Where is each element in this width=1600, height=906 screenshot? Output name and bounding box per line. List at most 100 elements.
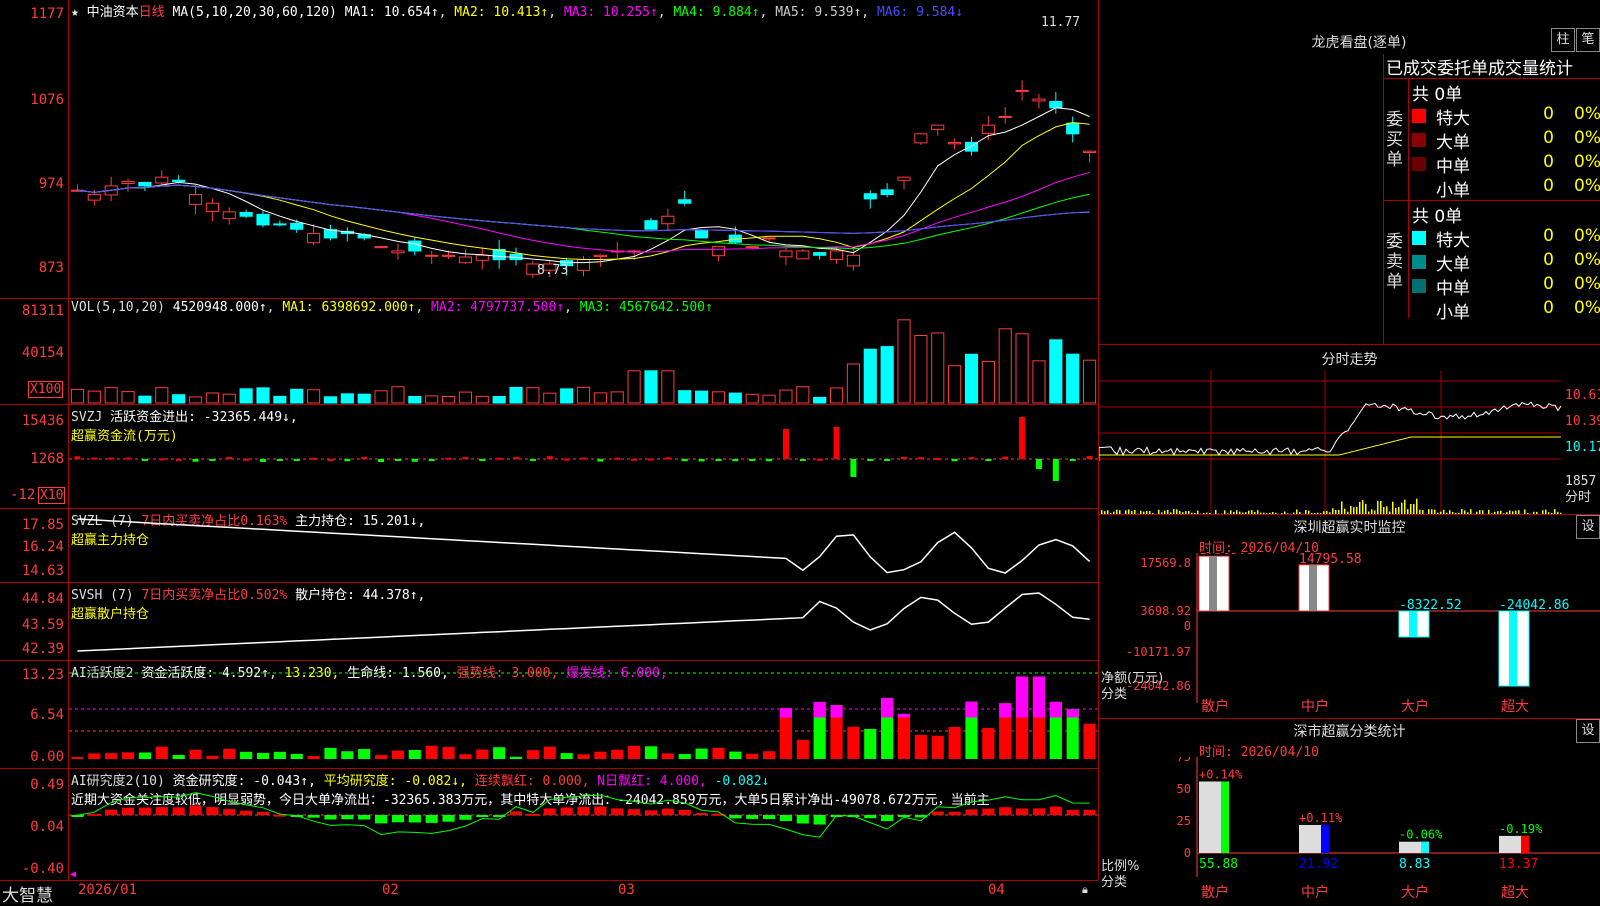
ai-active-bar xyxy=(526,750,539,759)
svzj-bar xyxy=(749,459,756,461)
ai-active-bar xyxy=(375,755,388,759)
volume-bar xyxy=(678,390,692,404)
ai-research-bar xyxy=(172,807,185,815)
svzj-bar xyxy=(884,459,891,461)
ai-research-chart[interactable] xyxy=(69,769,1098,881)
lhb-title: 龙虎看盘(逐单) xyxy=(1311,35,1407,51)
volume-panel[interactable]: 81311 40154 X100 VOL(5,10,20) 4520948.00… xyxy=(0,298,1098,405)
candle-up xyxy=(914,133,928,144)
candle-up xyxy=(458,256,472,264)
sell-total: 共 0单 xyxy=(1412,207,1463,227)
monitor-panel[interactable]: 深圳超赢实时监控 设 时间: 2026/04/10 17569.8 3698.92… xyxy=(1099,514,1600,719)
candle-up xyxy=(796,250,810,260)
ai-research-bar xyxy=(999,807,1012,815)
ai-active-bar xyxy=(459,754,472,759)
lhb-row-count: 0 xyxy=(1543,274,1554,294)
svsh-panel[interactable]: 44.84 43.59 42.39 SVSH (7) 7日内买卖净占比0.502… xyxy=(0,582,1098,661)
lhb-row-pct: 0% xyxy=(1574,176,1600,196)
intraday-panel[interactable]: 分时走势 10.61 10.39 10.17 1857 分时 xyxy=(1099,344,1600,515)
monitor-category-label: 中户 xyxy=(1301,698,1329,715)
svzj-bar xyxy=(344,459,351,462)
intraday-axis-1: 10.61 xyxy=(1565,388,1600,403)
volume-bar xyxy=(475,395,489,404)
ai-active-burst-bar xyxy=(897,713,911,718)
ai-research-bar xyxy=(358,815,371,820)
lhb-bar-button[interactable]: 柱 xyxy=(1551,28,1575,52)
volume-bar xyxy=(492,395,506,404)
classify-chart[interactable]: 75 50 25 0 +0.14% 55.88 散户 +0.11% 21.92 中户 -0.06% 8… xyxy=(1099,757,1600,901)
svsh-axis-1: 44.84 xyxy=(21,591,64,607)
svsh-chart[interactable] xyxy=(69,583,1098,661)
classify-title: 深市超赢分类统计 xyxy=(1293,724,1406,740)
ai-active-axis-1: 13.23 xyxy=(21,667,64,683)
lhb-swatch xyxy=(1412,255,1426,269)
intraday-chart[interactable]: 10.61 10.39 10.17 1857 分时 xyxy=(1099,371,1600,515)
svzj-panel[interactable]: 15436 1268 -12 X10 SVZJ 活跃资金进出: -32365.4… xyxy=(0,404,1098,509)
svzl-panel[interactable]: 17.85 16.24 14.63 SVZL (7) 7日内买卖净占比0.163… xyxy=(0,508,1098,583)
ai-research-panel[interactable]: 0.49 0.04 -0.40 AI研究度2(10) 资金研究度: -0.043… xyxy=(0,768,1098,881)
ai-research-bar xyxy=(476,815,489,817)
candle-up xyxy=(846,254,860,267)
ai-research-bar xyxy=(628,809,641,815)
intraday-price-line xyxy=(1099,401,1562,461)
volume-bar xyxy=(526,387,540,404)
lhb-row-label: 大单 xyxy=(1436,133,1470,153)
lhb-swatch xyxy=(1412,231,1426,245)
ai-research-bar xyxy=(594,806,607,815)
lhb-swatch xyxy=(1412,303,1426,317)
volume-bar xyxy=(863,348,877,404)
lhb-row-pct: 0% xyxy=(1574,298,1600,318)
ai-research-bar xyxy=(661,808,674,815)
volume-bar xyxy=(374,390,388,404)
svzj-bar xyxy=(91,457,98,460)
classify-bar-value: 8.83 xyxy=(1399,857,1430,872)
svsh-axis-3: 42.39 xyxy=(21,641,64,657)
candle-up xyxy=(948,141,962,145)
classify-settings-button[interactable]: 设 xyxy=(1576,719,1600,743)
lhb-tick-button[interactable]: 笔 xyxy=(1576,28,1600,52)
ai-active-burst-bar xyxy=(1016,676,1029,718)
ai-active-burst-bar xyxy=(999,703,1012,718)
candle-down xyxy=(880,189,894,196)
ai-research-bar xyxy=(121,807,135,815)
ai-research-bar xyxy=(408,815,421,823)
svzj-bar xyxy=(631,458,638,461)
candle-up xyxy=(441,254,456,257)
volume-bar xyxy=(273,395,287,404)
scroll-left-icon[interactable]: ◀ xyxy=(70,869,76,880)
classify-panel[interactable]: 深市超赢分类统计 设 时间: 2026/04/10 75 50 25 0 +0.14% 5… xyxy=(1099,718,1600,901)
ai-active-chart[interactable] xyxy=(69,661,1098,769)
ai-research-bar xyxy=(897,815,911,817)
classify-bar-delta: +0.11% xyxy=(1299,811,1343,825)
monitor-settings-button[interactable]: 设 xyxy=(1576,515,1600,539)
lhb-row-label: 特大 xyxy=(1436,231,1470,251)
svzl-chart[interactable] xyxy=(69,509,1098,583)
ai-research-bar xyxy=(678,809,691,815)
candle-up xyxy=(425,254,439,257)
lhb-row-count: 0 xyxy=(1543,298,1554,318)
volume-bar xyxy=(1032,360,1046,404)
ai-active-bar xyxy=(273,751,286,759)
ai-active-bar xyxy=(982,727,995,759)
ai-research-bar xyxy=(391,815,405,823)
svzj-bar xyxy=(867,459,874,461)
candlestick-chart[interactable]: 11.77 8.73 xyxy=(69,0,1098,298)
candle-up xyxy=(307,233,321,244)
price-panel[interactable]: 1177 1076 974 873 ★ 中油资本日线 MA(5,10,20,30… xyxy=(0,0,1098,298)
classify-category-label: 超大 xyxy=(1501,885,1529,901)
volume-bar xyxy=(897,319,911,404)
ai-active-bar xyxy=(914,734,927,759)
volume-bar xyxy=(205,392,219,404)
monitor-chart[interactable]: 17569.8 3698.920 -10171.97 -24042.86 17569.8… xyxy=(1099,553,1600,719)
monitor-axis-label: -10171.97 xyxy=(1126,645,1191,659)
classify-bar-delta: -0.06% xyxy=(1399,828,1443,842)
lock-icon[interactable]: 🔒︎ xyxy=(1082,883,1088,897)
candle-up xyxy=(475,254,489,261)
volume-chart[interactable] xyxy=(69,299,1098,405)
price-axis-3: 974 xyxy=(38,176,64,192)
ai-active-panel[interactable]: 13.23 6.54 0.00 AI活跃度2 资金活跃度: 4.592↑, 13… xyxy=(0,660,1098,769)
classify-bar-value: 55.88 xyxy=(1199,857,1238,872)
svzj-chart[interactable] xyxy=(69,405,1098,509)
volume-bar xyxy=(543,392,557,404)
volume-bar xyxy=(391,386,405,404)
